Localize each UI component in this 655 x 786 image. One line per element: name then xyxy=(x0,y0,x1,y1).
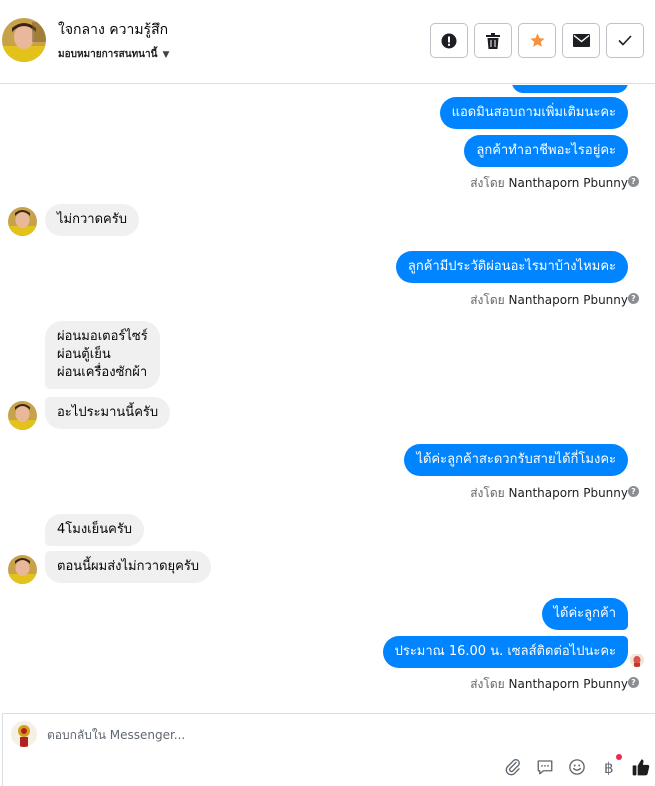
contact-name[interactable]: ใจกลาง ความรู้สึก xyxy=(58,19,168,41)
reply-input[interactable] xyxy=(47,728,607,742)
baht-icon: ฿ xyxy=(604,759,614,776)
sent-by-label: ส่งโดย Nanthaporn Pbunny xyxy=(470,176,628,190)
attach-button[interactable] xyxy=(503,757,523,777)
assign-conversation-dropdown[interactable]: มอบหมายการสนทนานี้ ▼ xyxy=(58,47,169,62)
message-bubble-incoming[interactable]: ผ่อนมอเตอร์ไซร์ ผ่อนตู้เย็น ผ่อนเครื่องซ… xyxy=(45,321,160,389)
message-bubble-outgoing[interactable]: ลูกค้ามีประวัติผ่อนอะไรมาบ้างไหมคะ xyxy=(395,251,628,283)
message-bubble-outgoing[interactable]: ได้ค่ะลูกค้า xyxy=(541,598,628,630)
caret-down-icon: ▼ xyxy=(162,49,170,60)
mark-done-button[interactable] xyxy=(606,23,644,58)
contact-avatar-small[interactable] xyxy=(8,555,37,584)
mark-unread-button[interactable] xyxy=(562,23,600,58)
mark-spam-button[interactable] xyxy=(430,23,468,58)
emoji-button[interactable] xyxy=(567,757,587,777)
saved-replies-button[interactable] xyxy=(535,757,555,777)
message-bubble-outgoing[interactable] xyxy=(512,85,628,93)
star-icon xyxy=(529,33,545,47)
svg-text:฿: ฿ xyxy=(604,759,614,776)
contact-avatar-small[interactable] xyxy=(8,401,37,430)
assign-label: มอบหมายการสนทนานี้ xyxy=(58,49,158,60)
message-line: ผ่อนตู้เย็น xyxy=(57,347,111,362)
message-thread[interactable]: แอดมินสอบถามเพิ่มเติมนะคะ ลูกค้าทำอาชีพอ… xyxy=(0,85,655,712)
thumbs-up-icon xyxy=(632,759,650,776)
smiley-icon xyxy=(569,759,585,775)
envelope-icon xyxy=(572,34,590,47)
sent-by-label: ส่งโดย Nanthaporn Pbunny xyxy=(470,293,628,307)
seen-avatar-icon xyxy=(630,653,644,667)
alert-icon xyxy=(441,33,457,48)
message-line: ผ่อนมอเตอร์ไซร์ xyxy=(57,329,148,344)
message-bubble-incoming[interactable]: อะไประมานนี้ครับ xyxy=(45,397,171,429)
message-bubble-outgoing[interactable]: ประมาณ 16.00 น. เซลส์ติดต่อไปนะคะ xyxy=(382,636,628,668)
message-bubble-outgoing[interactable]: ลูกค้าทำอาชีพอะไรอยู่คะ xyxy=(464,135,628,167)
payment-button[interactable]: ฿ xyxy=(599,754,622,777)
speech-bubble-icon xyxy=(537,760,553,775)
like-button[interactable] xyxy=(631,757,651,777)
page-avatar xyxy=(11,721,37,747)
info-icon[interactable]: ? xyxy=(628,293,639,304)
trash-icon xyxy=(486,32,500,49)
contact-avatar-small[interactable] xyxy=(8,207,37,236)
message-bubble-incoming[interactable]: 4โมงเย็นครับ xyxy=(45,514,145,546)
conversation-actions xyxy=(430,23,644,58)
reply-composer: ฿ xyxy=(2,713,655,786)
conversation-header: ใจกลาง ความรู้สึก มอบหมายการสนทนานี้ ▼ xyxy=(0,0,655,84)
notification-dot xyxy=(616,754,622,760)
contact-avatar[interactable] xyxy=(2,18,46,62)
paperclip-icon xyxy=(505,759,520,776)
message-bubble-incoming[interactable]: ตอนนี้ผมส่งไม่กวาดยุครับ xyxy=(45,551,212,583)
info-icon[interactable]: ? xyxy=(628,176,639,187)
message-bubble-incoming[interactable]: ไม่กวาดครับ xyxy=(45,204,139,236)
composer-toolbar: ฿ xyxy=(503,754,651,777)
message-bubble-outgoing[interactable]: แอดมินสอบถามเพิ่มเติมนะคะ xyxy=(439,97,628,129)
message-line: ผ่อนเครื่องซักผ้า xyxy=(57,365,148,380)
info-icon[interactable]: ? xyxy=(628,677,639,688)
sent-by-label: ส่งโดย Nanthaporn Pbunny xyxy=(470,486,628,500)
checkmark-icon xyxy=(618,35,632,46)
delete-button[interactable] xyxy=(474,23,512,58)
info-icon[interactable]: ? xyxy=(628,486,639,497)
star-button[interactable] xyxy=(518,23,556,58)
sent-by-label: ส่งโดย Nanthaporn Pbunny xyxy=(470,677,628,691)
message-bubble-outgoing[interactable]: ได้ค่ะลูกค้าสะดวกรับสายได้กี่โมงคะ xyxy=(404,444,628,476)
